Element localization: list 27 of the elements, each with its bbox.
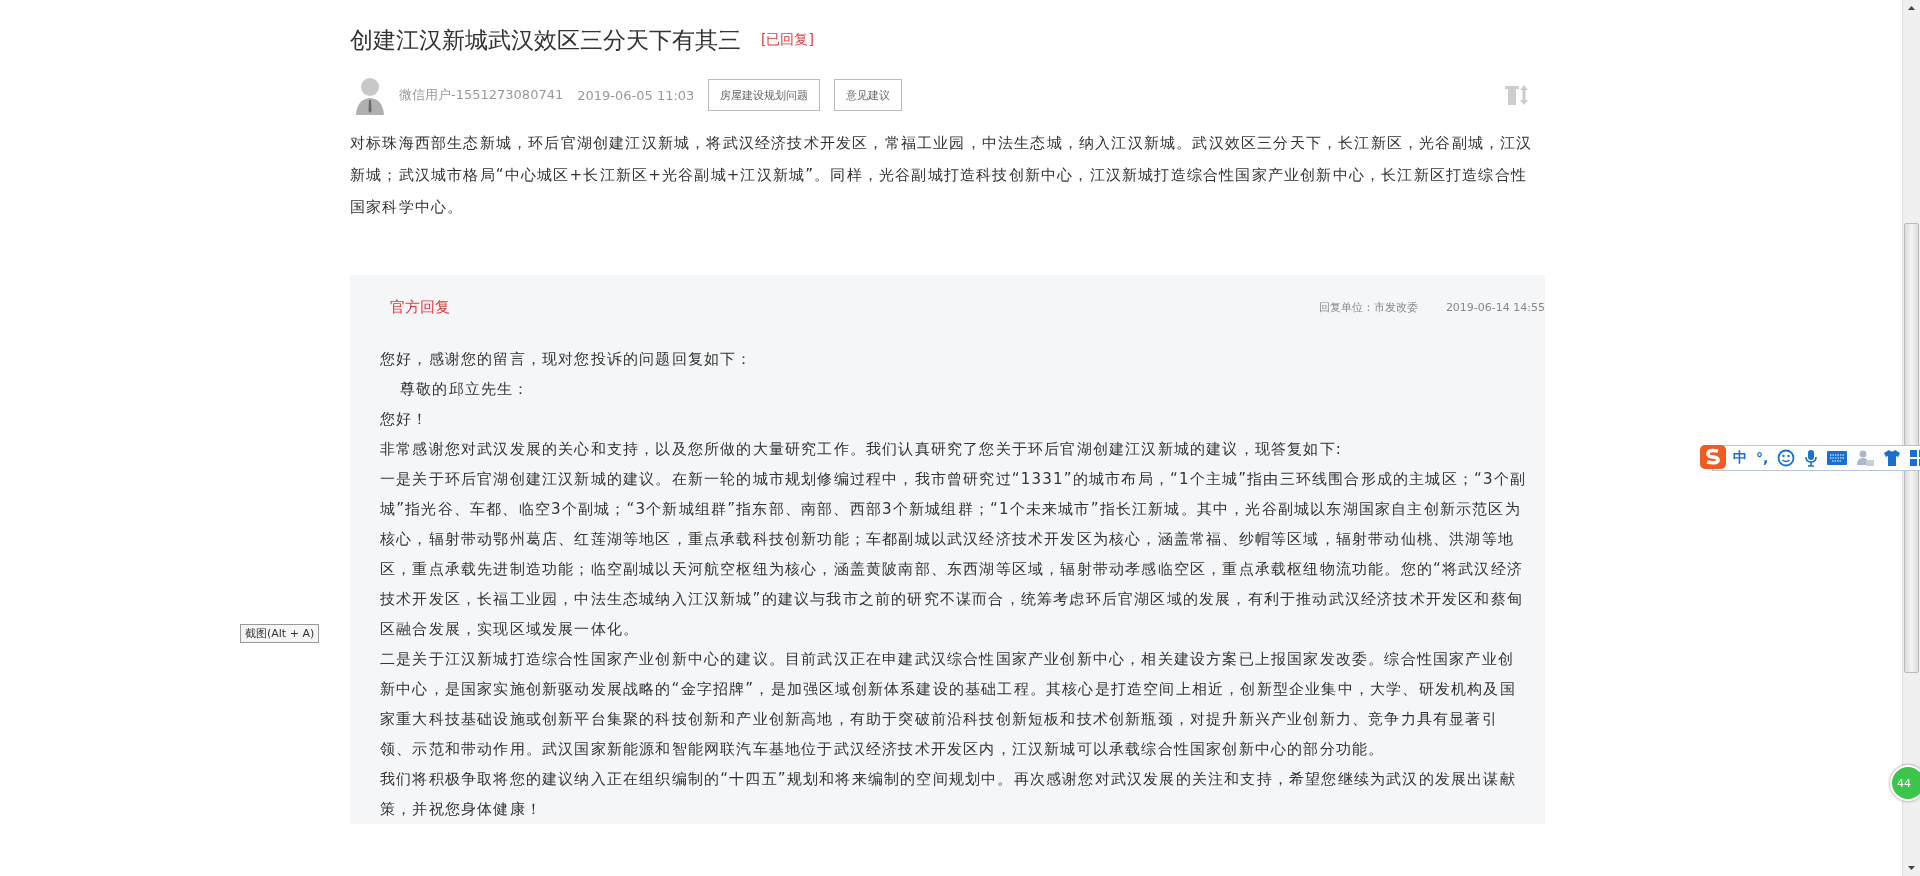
category-tag[interactable]: 意见建议 (834, 79, 903, 111)
reply-unit: 回复单位：市发改委 (1318, 299, 1418, 315)
post-title: 创建江汉新城武汉效区三分天下有其三 (350, 25, 741, 55)
avatar-icon (355, 75, 385, 115)
post-body: 对标珠海西部生态新城，环后官湖创建江汉新城，将武汉经济技术开发区，常福工业园，中法生态城，纳入江汉新城。武汉效区三分天下，长江新区，光谷副城，江汉新城；武汉城市格局“中心城区+长江新区+光谷副城+江汉新城”。同样，光谷副城打造科技创新中心，江汉新城打造综合性国家产业创新中心，长江新区打造综合性国家科学中心。 (350, 133, 1534, 218)
post-date: 2019-06-05 11:03 (577, 87, 695, 103)
reply-date: 2019-06-14 14:55 (1445, 300, 1545, 314)
category-tag[interactable]: 房屋建设规划问题 (708, 79, 821, 111)
scrollbar-thumb[interactable] (1904, 223, 1919, 673)
reply-paragraph: 您好，感谢您的留言，现对您投诉的问题回复如下： (380, 349, 754, 370)
reply-paragraph: 您好！ (380, 409, 430, 430)
ime-mode-toggle[interactable]: °, (1756, 450, 1769, 466)
microphone-icon[interactable] (1804, 449, 1819, 467)
ime-logo-icon[interactable] (1699, 444, 1727, 470)
tooltip: 截图(Alt + A) (240, 624, 320, 643)
reply-paragraph: 我们将积极争取将您的建议纳入正在组织编制的“十四五”规划和将来编制的空间规划中。再次感谢您对武汉发展的关注和支持，希望您继续为武汉的发展出谋献策，并祝您身体健康！ (380, 769, 1517, 820)
ime-mode-toggle[interactable]: 中 (1733, 449, 1747, 467)
reply-paragraph: 一是关于环后官湖创建江汉新城的建议。在新一轮的城市规划修编过程中，我市曾研究过“1331”的城市布局，“1个主城”指由三环线围合形成的主城区；“3个副城”指光谷、车都、临空3个副城；“3个新城组群”指东部、南部、西部3个新城组群；“1个未来城市”指长江新城。其中，光谷副城以东湖国家自主创新示范区为核心，辐射带动鄂州葛店、红莲湖等地区，重点承载科技创新功能；车都副城以武汉经济技术开发区为核心，涵盖常福、纱帽等区域，辐射带动仙桃、洪湖等地区，重点承载先进制造功能；临空副城以天河航空枢纽为核心，涵盖黄陂南部、东西湖等区域，辐射带动孝感临空区，重点承载枢纽物流功能。您的“将武汉经济技术开发区，长福工业园，中法生态城纳入江汉新城”的建议与我市之前的研究不谋而合，统筹考虑环后官湖区域的发展，有利于推动武汉经济技术开发区和蔡甸区融合发展，实现区域发展一体化。 (380, 469, 1528, 640)
smiley-icon[interactable] (1777, 449, 1796, 467)
reply-paragraph: 二是关于江汉新城打造综合性国家产业创新中心的建议。目前武汉正在申建武汉综合性国家产业创新中心，相关建设方案已上报国家发改委。综合性国家产业创新中心，是国家实施创新驱动发展战略的“金字招牌”，是加强区域创新体系建设的基础工程。其核心是打造空间上相近，创新型企业集中，大学、研发机构及国家重大科技基础设施或创新平台集聚的科技创新和产业创新高地，有助于突破前沿科技创新短板和技术创新瓶颈，对提升新兴产业创新力、竞争力具有显著引领、示范和带动作用。武汉国家新能源和智能网联汽车基地位于武汉经济技术开发区内，江汉新城可以承载综合性国家创新中心的部分功能。 (380, 649, 1517, 760)
reply-paragraph: 非常感谢您对武汉发展的关心和支持，以及您所做的大量研究工作。我们认真研究了您关于环后官湖创建江汉新城的建议，现答复如下: (380, 439, 1344, 460)
reply-label: 官方回复 (390, 297, 451, 317)
author-name: 微信用户-1551273080741 (399, 86, 564, 104)
keyboard-icon[interactable] (1827, 451, 1848, 465)
reply-paragraph: 尊敬的邱立先生： (399, 379, 531, 400)
shirt-icon[interactable] (1883, 449, 1902, 467)
status-label: [已回复] (761, 31, 814, 49)
